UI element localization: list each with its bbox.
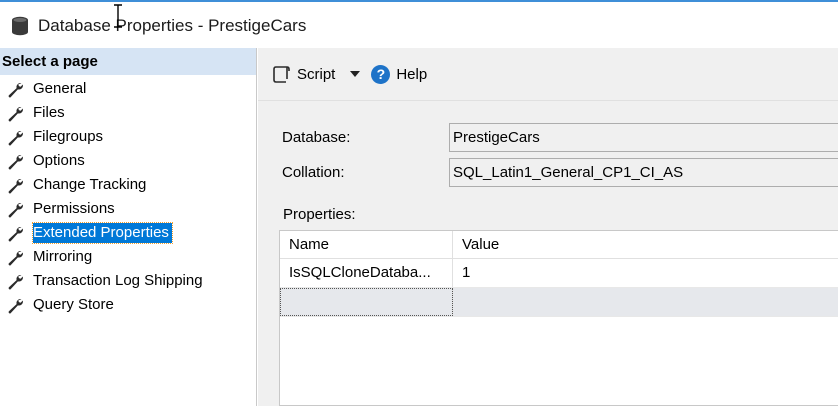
wrench-icon [8,226,23,241]
script-label: Script [297,65,336,83]
new-property-row[interactable] [280,288,838,317]
sidebar-item-filegroups[interactable]: Filegroups [0,125,256,149]
wrench-icon [8,274,23,289]
properties-label: Properties: [283,206,356,223]
script-icon [273,66,290,83]
select-page-header: Select a page [0,48,256,75]
sidebar-item-general[interactable]: General [0,77,256,101]
help-button[interactable]: ? Help [371,64,428,84]
wrench-icon [8,250,23,265]
sidebar-item-extended-properties[interactable]: Extended Properties [0,221,256,245]
sidebar-item-transaction-log-shipping[interactable]: Transaction Log Shipping [0,269,256,293]
script-button[interactable]: Script [271,64,335,84]
sidebar-item-change-tracking[interactable]: Change Tracking [0,173,256,197]
sidebar-item-label: Change Tracking [33,176,147,193]
sidebar-item-label: Permissions [33,200,115,217]
wrench-icon [8,298,23,313]
collation-row: Collation: SQL_Latin1_General_CP1_CI_AS [282,158,838,187]
sidebar-item-label: Extended Properties [32,222,173,244]
table-row[interactable]: IsSQLCloneDataba... 1 [280,259,838,288]
sidebar-item-label: General [33,80,87,97]
properties-grid: Name Value IsSQLCloneDataba... 1 [279,230,838,406]
column-header-name[interactable]: Name [280,231,453,258]
help-icon: ? [371,64,391,84]
page-selector: Select a page General Files Filegroups O… [0,48,257,406]
collation-field: SQL_Latin1_General_CP1_CI_AS [449,158,838,187]
column-header-value[interactable]: Value [453,231,838,258]
database-row: Database: PrestigeCars [282,123,838,152]
wrench-icon [8,106,23,121]
sidebar-item-permissions[interactable]: Permissions [0,197,256,221]
wrench-icon [8,130,23,145]
sidebar-item-label: Mirroring [33,248,93,265]
page-list: General Files Filegroups Options Change … [0,75,256,317]
property-value-cell[interactable]: 1 [453,259,838,287]
help-label: Help [396,65,428,83]
wrench-icon [8,202,23,217]
grid-header: Name Value [280,231,838,259]
database-icon [12,16,28,36]
sidebar-item-mirroring[interactable]: Mirroring [0,245,256,269]
sidebar-item-label: Options [33,152,85,169]
property-name-cell[interactable]: IsSQLCloneDataba... [280,259,453,287]
new-property-name-cell[interactable] [280,288,453,316]
collation-label: Collation: [282,164,345,181]
sidebar-item-label: Filegroups [33,128,104,145]
sidebar-item-label: Transaction Log Shipping [33,272,203,289]
text-cursor-icon [114,4,122,28]
wrench-icon [8,178,23,193]
main-panel: Script ? Help Database: PrestigeCars Col… [258,48,838,406]
wrench-icon [8,154,23,169]
toolbar: Script ? Help [258,48,838,101]
script-dropdown-arrow-icon[interactable] [350,71,361,77]
database-field: PrestigeCars [449,123,838,152]
sidebar-item-query-store[interactable]: Query Store [0,293,256,317]
sidebar-item-label: Query Store [33,296,114,313]
new-property-value-cell[interactable] [453,288,838,316]
sidebar-item-files[interactable]: Files [0,101,256,125]
sidebar-item-label: Files [33,104,65,121]
title-bar: Database Properties - PrestigeCars [0,0,838,48]
wrench-icon [8,82,23,97]
sidebar-item-options[interactable]: Options [0,149,256,173]
database-label: Database: [282,129,351,146]
window-title: Database Properties - PrestigeCars [38,16,307,35]
